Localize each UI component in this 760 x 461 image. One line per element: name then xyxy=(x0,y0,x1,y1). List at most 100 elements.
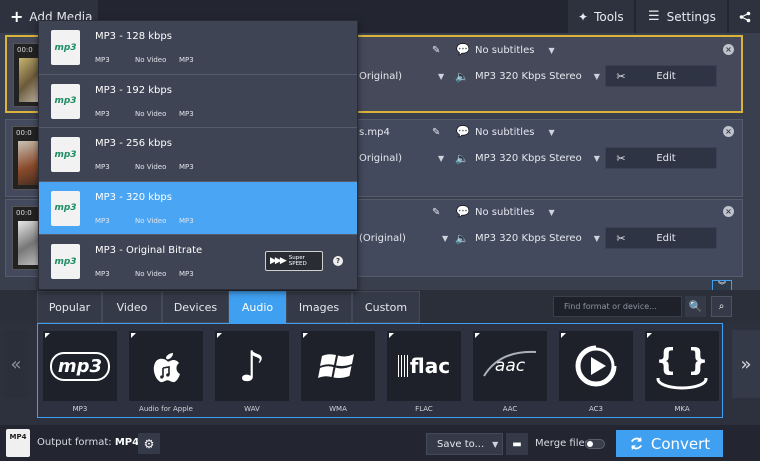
superspeed-line2: SPEED xyxy=(288,261,307,267)
tab-custom[interactable]: Custom xyxy=(352,291,420,323)
format-tile-mp3[interactable]: mp3 xyxy=(43,331,117,401)
subtitles-select[interactable]: No subtitles ▼ xyxy=(475,127,555,138)
help-icon[interactable]: ? xyxy=(333,256,343,266)
tab-label: Images xyxy=(298,300,340,314)
bottom-bar: MP4 Output format: MP4 ⚙ Save to... ▼ ▬ M… xyxy=(0,425,760,461)
edit-label: Edit xyxy=(656,152,676,164)
format-tile-flac[interactable]: flac xyxy=(387,331,461,401)
flac-icon: flac xyxy=(387,331,461,401)
audio-track-select[interactable]: MP3 320 Kbps Stereo ▼ xyxy=(475,233,600,244)
chevron-down-icon: ▼ xyxy=(593,72,600,81)
convert-button[interactable]: Convert xyxy=(616,430,723,457)
scroll-right-button[interactable]: » xyxy=(732,330,760,398)
output-settings-button[interactable]: ⚙ xyxy=(138,433,160,454)
file-name: s.mp4 xyxy=(359,127,390,138)
subtitles-select[interactable]: No subtitles ▼ xyxy=(475,207,555,218)
audio-track-value: MP3 320 Kbps Stereo xyxy=(475,153,582,164)
edit-button[interactable]: ✂ Edit xyxy=(605,147,717,169)
preset-codec: MP3 xyxy=(95,216,110,225)
preset-item-selected[interactable]: mp3 MP3 - 320 kbps MP3 No Video MP3 xyxy=(39,181,357,235)
edit-button[interactable]: ✂ Edit xyxy=(605,65,717,87)
tab-video[interactable]: Video xyxy=(102,291,162,323)
open-folder-button[interactable]: ▬ xyxy=(506,433,528,455)
tab-images[interactable]: Images xyxy=(286,291,352,323)
pencil-icon[interactable]: ✎ xyxy=(432,207,440,218)
magic-wand-icon: ✦ xyxy=(578,9,589,24)
preset-codec: MP3 xyxy=(95,270,110,278)
preset-item[interactable]: mp3 MP3 - 256 kbps MP3 No Video MP3 xyxy=(39,128,357,182)
video-track-value: Original) xyxy=(359,153,403,164)
scroll-left-button[interactable]: « xyxy=(4,330,28,398)
format-label: AC3 xyxy=(588,405,603,413)
output-format-value: MP4 xyxy=(114,437,140,448)
preset-title: MP3 - 256 kbps xyxy=(95,138,172,149)
tab-label: Audio xyxy=(241,300,274,314)
format-search-input[interactable]: Find format or device... xyxy=(553,296,682,317)
format-label: AAC xyxy=(502,405,518,413)
subtitle-icon: 💬 xyxy=(456,43,470,56)
format-tile-mka[interactable]: { } xyxy=(645,331,719,401)
audio-track-value: MP3 320 Kbps Stereo xyxy=(475,233,582,244)
tab-audio[interactable]: Audio xyxy=(229,291,286,323)
settings-button[interactable]: ☰ Settings xyxy=(636,0,727,33)
save-to-select[interactable]: Save to... ▼ xyxy=(426,433,503,455)
subtitles-value: No subtitles xyxy=(475,127,535,138)
format-label: Audio for Apple xyxy=(139,405,193,413)
mp3-icon: mp3 xyxy=(43,331,117,401)
preset-item[interactable]: mp3 MP3 - 192 kbps MP3 No Video MP3 xyxy=(39,75,357,128)
chevron-down-icon: ▼ xyxy=(548,208,555,217)
preset-item[interactable]: mp3 MP3 - Original Bitrate MP3 No Video … xyxy=(39,235,357,289)
format-tile-wma[interactable] xyxy=(301,331,375,401)
share-button[interactable] xyxy=(729,0,760,33)
format-label: WAV xyxy=(244,405,260,413)
video-track-value: (Original) xyxy=(359,233,406,244)
chevron-down-icon: ▼ xyxy=(548,46,555,55)
merge-files-toggle[interactable] xyxy=(585,439,605,449)
subtitles-select[interactable]: No subtitles ▼ xyxy=(475,45,555,56)
remove-file-icon[interactable]: × xyxy=(723,126,734,137)
duration-label: 00:0 xyxy=(16,209,32,217)
detect-device-button[interactable]: ⌕ xyxy=(711,296,732,317)
video-track-select[interactable]: Original) ▼ xyxy=(359,71,444,82)
tab-popular[interactable]: Popular xyxy=(37,291,102,323)
search-icon: 🔍 xyxy=(688,300,703,313)
tab-label: Custom xyxy=(364,300,408,314)
chevron-down-icon: ▼ xyxy=(492,439,499,449)
edit-button[interactable]: ✂ Edit xyxy=(605,227,717,249)
format-tile-ac3[interactable] xyxy=(559,331,633,401)
chevron-down-icon: ▼ xyxy=(438,154,445,163)
search-button[interactable]: 🔍 xyxy=(685,296,706,317)
audio-track-select[interactable]: MP3 320 Kbps Stereo ▼ xyxy=(475,71,600,82)
windows-icon xyxy=(301,331,375,401)
remove-file-icon[interactable]: × xyxy=(723,206,734,217)
preset-video: No Video xyxy=(135,163,167,171)
speaker-icon: 🔈 xyxy=(455,70,469,83)
double-chevron-left-icon: « xyxy=(10,353,22,375)
gear-icon: ⚙ xyxy=(143,436,155,451)
format-tile-apple[interactable] xyxy=(129,331,203,401)
video-track-value: Original) xyxy=(359,71,403,82)
format-tile-aac[interactable]: aac xyxy=(473,331,547,401)
video-track-select[interactable]: (Original) ▼ xyxy=(359,233,448,244)
preset-item[interactable]: mp3 MP3 - 128 kbps MP3 No Video MP3 xyxy=(39,21,357,75)
preset-codec: MP3 xyxy=(95,163,110,171)
preset-dropdown: mp3 MP3 - 128 kbps MP3 No Video MP3 mp3 … xyxy=(38,20,358,290)
music-note-icon: ♪ xyxy=(238,341,266,391)
ac3-play-icon xyxy=(559,331,633,401)
video-track-select[interactable]: Original) ▼ xyxy=(359,153,444,164)
subtitle-icon: 💬 xyxy=(456,125,470,138)
remove-file-icon[interactable]: × xyxy=(723,44,734,55)
audio-track-select[interactable]: MP3 320 Kbps Stereo ▼ xyxy=(475,153,600,164)
hamburger-icon: ☰ xyxy=(648,9,660,24)
share-icon xyxy=(739,11,750,22)
format-tile-wav[interactable]: ♪ xyxy=(215,331,289,401)
subtitles-value: No subtitles xyxy=(475,207,535,218)
format-label: MKA xyxy=(674,405,690,413)
tools-button[interactable]: ✦ Tools xyxy=(568,0,634,33)
tab-label: Devices xyxy=(173,300,218,314)
pencil-icon[interactable]: ✎ xyxy=(432,127,440,138)
pencil-icon[interactable]: ✎ xyxy=(432,45,440,56)
app-window: + Add Media ✦ Tools ☰ Settings 00:0 ✎ 💬 … xyxy=(0,0,760,461)
output-format-label: Output format: xyxy=(37,437,112,448)
tab-devices[interactable]: Devices xyxy=(162,291,229,323)
